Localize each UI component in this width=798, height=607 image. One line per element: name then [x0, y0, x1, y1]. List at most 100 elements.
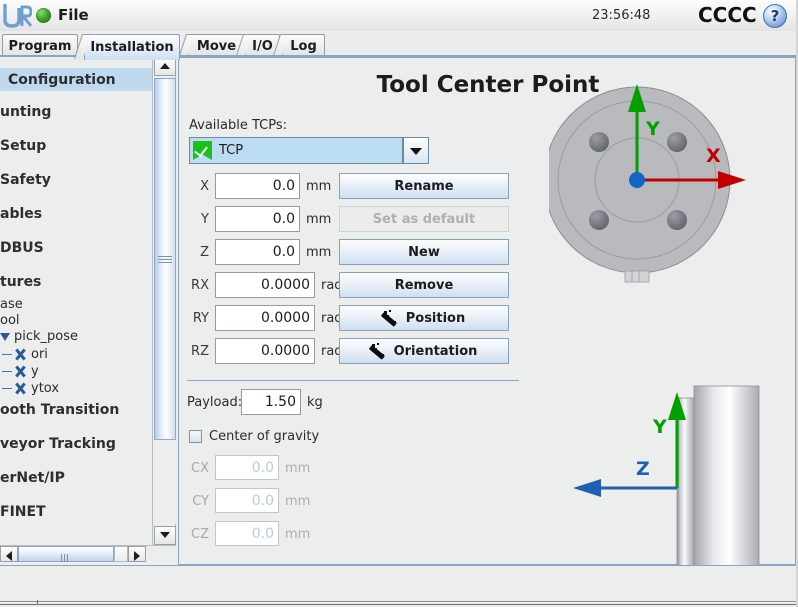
tool-flange-diagram: Y X Y Z [549, 84, 760, 566]
sidebar-item-io-setup[interactable]: Setup [0, 136, 160, 156]
position-button[interactable]: Position [339, 305, 509, 331]
sidebar-item-label: ables [0, 206, 43, 222]
input-y[interactable]: 0.0 [215, 206, 300, 232]
clock: 23:56:48 [592, 8, 651, 23]
remove-button[interactable]: Remove [339, 272, 509, 298]
sidebar-item-variable-ytox[interactable]: ytox [2, 381, 59, 396]
sidebar-item-profinet[interactable]: FINET [0, 502, 160, 522]
sidebar-item-features[interactable]: tures [0, 272, 160, 292]
variable-icon [14, 348, 27, 361]
tree-vertical-scrollbar[interactable] [152, 57, 176, 545]
input-cz[interactable]: 0.0 [215, 521, 279, 546]
sidebar-item-smooth-transition[interactable]: ooth Transition [0, 400, 160, 420]
sidebar-item-mounting[interactable]: unting [0, 102, 160, 122]
sidebar-item-feature-pick-pose[interactable]: pick_pose [0, 329, 78, 344]
input-cx[interactable]: 0.0 [215, 455, 279, 480]
input-z[interactable]: 0.0 [215, 239, 300, 265]
file-menu[interactable]: File [58, 6, 89, 24]
sidebar-item-label: ytox [31, 381, 60, 396]
sidebar-item-variables[interactable]: ables [0, 204, 160, 224]
chevron-up-icon [160, 63, 170, 69]
vertical-scrollbar-thumb[interactable] [154, 78, 176, 440]
field-label-cx: CX [191, 461, 209, 476]
input-ry[interactable]: 0.0000 [215, 305, 315, 331]
default-tcp-check-icon [193, 141, 212, 160]
tab-bar: Program Installation Move I/O Log [0, 31, 798, 60]
sidebar-item-variable-ori[interactable]: ori [2, 347, 48, 362]
tree-connector-icon [2, 371, 12, 372]
robot-name-label: CCCC [698, 3, 757, 27]
tab-log[interactable]: Log [282, 34, 325, 57]
sidebar-item-label: ooth Transition [0, 402, 120, 418]
orientation-button[interactable]: Orientation [339, 338, 509, 364]
unit-cy: mm [285, 494, 311, 509]
tool-center-point-panel: Tool Center Point Available TCPs: TCP X … [178, 57, 796, 566]
rename-button[interactable]: Rename [339, 173, 509, 199]
input-rx[interactable]: 0.0000 [215, 272, 315, 298]
scroll-right-button[interactable] [128, 546, 146, 562]
input-payload[interactable]: 1.50 [241, 389, 301, 415]
ur-logo [3, 4, 32, 28]
tcp-select-dropdown-button[interactable] [403, 137, 429, 164]
sidebar-item-tcp-configuration[interactable]: Configuration [0, 68, 160, 91]
field-label-rx: RX [191, 278, 209, 293]
axis-label-x-front: X [706, 145, 721, 167]
unit-cx: mm [285, 461, 311, 476]
flange-side-view: Y Z [573, 385, 760, 566]
input-cy[interactable]: 0.0 [215, 488, 279, 513]
button-label: Rename [394, 178, 454, 194]
sidebar-item-label: Configuration [8, 71, 116, 88]
chevron-right-icon [134, 551, 140, 561]
section-divider [187, 380, 519, 381]
sidebar-item-label: ool [0, 313, 20, 328]
center-of-gravity-label: Center of gravity [209, 429, 320, 444]
sidebar-item-label: ori [31, 347, 48, 362]
set-as-default-button[interactable]: Set as default [339, 206, 509, 232]
title-bar: File 23:56:48 CCCC ? [0, 0, 798, 32]
scroll-down-button[interactable] [154, 526, 176, 545]
sidebar-item-variable-y[interactable]: y [2, 364, 39, 379]
button-label: Position [405, 310, 466, 326]
scrollbar-grip-icon [158, 256, 172, 263]
unit-y: mm [306, 212, 332, 227]
sidebar-item-label: unting [0, 104, 52, 120]
chevron-left-icon [6, 551, 12, 561]
sidebar-item-conveyor-tracking[interactable]: veyor Tracking [0, 434, 160, 454]
sidebar-item-label: pick_pose [14, 329, 79, 344]
button-label: Remove [394, 277, 454, 293]
sidebar-item-modbus[interactable]: DBUS [0, 238, 160, 258]
vertical-scrollbar-track[interactable] [154, 440, 176, 524]
input-x[interactable]: 0.0 [215, 173, 300, 199]
chevron-down-icon [410, 148, 422, 155]
input-rz[interactable]: 0.0000 [215, 338, 315, 364]
sidebar-item-feature-tool[interactable]: ool [0, 313, 20, 328]
tab-program[interactable]: Program [2, 34, 78, 57]
field-label-rz: RZ [191, 344, 209, 359]
field-label-y: Y [201, 212, 209, 227]
help-icon: ? [770, 7, 780, 25]
tcp-select-value: TCP [219, 143, 244, 158]
sidebar-item-safety[interactable]: Safety [0, 170, 160, 190]
sidebar-item-label: FINET [0, 504, 46, 520]
sidebar-item-ethernet-ip[interactable]: erNet/IP [0, 468, 160, 488]
unit-z: mm [306, 245, 332, 260]
axis-label-z-side: Z [636, 458, 650, 480]
center-of-gravity-checkbox[interactable] [189, 430, 202, 443]
help-button[interactable]: ? [763, 4, 787, 28]
installation-tree-panel[interactable]: Configuration unting Setup Safety ables … [0, 57, 161, 561]
scroll-left-button[interactable] [0, 546, 18, 562]
sidebar-item-label: y [31, 364, 39, 379]
tree-horizontal-scrollbar[interactable] [0, 545, 176, 562]
sidebar-item-feature-base[interactable]: ase [0, 297, 23, 312]
horizontal-scrollbar-track[interactable] [114, 546, 128, 562]
bottom-status-strip [0, 565, 798, 607]
new-button[interactable]: New [339, 239, 509, 265]
sidebar-item-label: DBUS [0, 240, 44, 256]
robot-status-globe-icon [36, 8, 51, 23]
tab-installation[interactable]: Installation [84, 34, 180, 60]
button-label: Set as default [372, 211, 476, 227]
tcp-select[interactable]: TCP [189, 137, 403, 164]
unit-payload: kg [307, 395, 323, 410]
horizontal-scrollbar-thumb[interactable] [18, 546, 114, 562]
sidebar-item-label: veyor Tracking [0, 436, 116, 452]
